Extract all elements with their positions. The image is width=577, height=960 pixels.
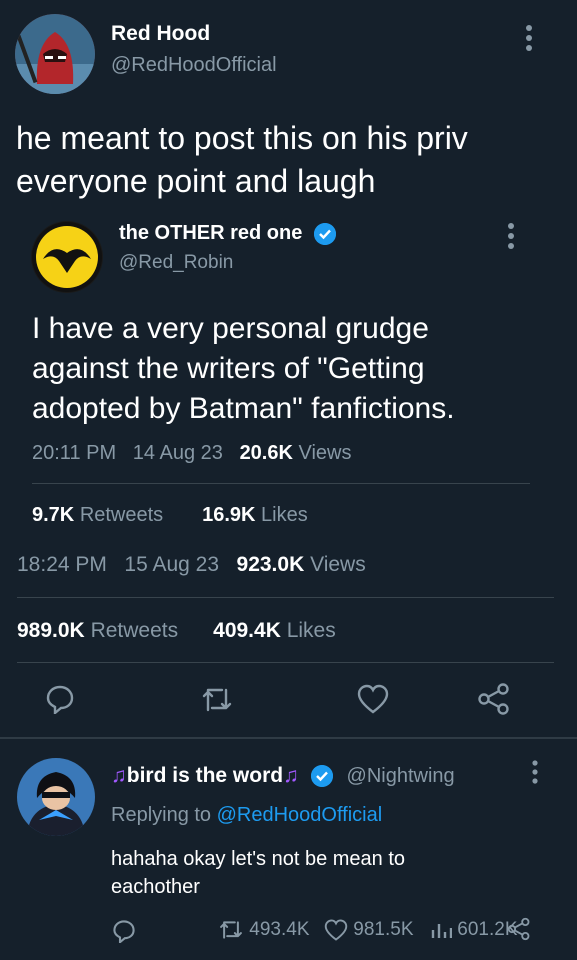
replying-handle-link[interactable]: @RedHoodOfficial — [217, 804, 383, 826]
quoted-retweets-stat[interactable]: 9.7K Retweets — [32, 504, 169, 526]
tweet-date: 15 Aug 23 — [124, 553, 219, 576]
more-icon[interactable] — [506, 222, 516, 255]
retweets-label: Retweets — [90, 619, 179, 642]
reply-like-button[interactable]: 981.5K — [324, 919, 414, 941]
quoted-likes-label: Likes — [261, 504, 308, 526]
like-icon — [324, 919, 348, 941]
quoted-text-line: I have a very personal grudge — [32, 312, 429, 345]
likes-stat[interactable]: 409.4K Likes — [213, 619, 336, 642]
quoted-views-count: 20.6K — [239, 442, 293, 464]
reply-icon[interactable] — [45, 684, 75, 719]
divider — [32, 483, 530, 484]
more-icon[interactable] — [530, 760, 540, 789]
tweet-text-line: everyone point and laugh — [16, 163, 376, 199]
quoted-date: 14 Aug 23 — [132, 442, 223, 464]
reply-text-line: hahaha okay let's not be mean to — [111, 848, 406, 870]
quoted-text-line: against the writers of "Getting — [32, 352, 425, 385]
replying-to: Replying to @RedHoodOfficial — [111, 804, 382, 827]
divider — [17, 597, 554, 598]
author-handle[interactable]: @RedHoodOfficial — [111, 54, 277, 77]
share-icon[interactable] — [507, 917, 531, 946]
reply-text-line: eachother — [111, 876, 200, 898]
reply-retweet-count: 493.4K — [249, 919, 310, 941]
reply-icon[interactable] — [112, 919, 136, 948]
quoted-author-name[interactable]: the OTHER red one — [119, 222, 336, 245]
quoted-retweets-count: 9.7K — [32, 504, 75, 526]
music-note-icon: ♫ — [283, 764, 299, 787]
music-note-icon: ♫ — [111, 764, 127, 787]
quoted-retweets-label: Retweets — [79, 504, 164, 526]
quoted-likes-count: 16.9K — [202, 504, 256, 526]
tweet-text: he meant to post this on his priv everyo… — [16, 117, 566, 203]
author-name[interactable]: Red Hood — [111, 22, 210, 46]
quoted-likes-stat[interactable]: 16.9K Likes — [202, 504, 308, 526]
divider — [0, 737, 577, 739]
reply-author-handle[interactable]: @Nightwing — [347, 765, 455, 787]
reply-retweet-button[interactable]: 493.4K — [218, 919, 310, 941]
timestamp-row: 18:24 PM 15 Aug 23 923.0K Views — [17, 553, 366, 577]
quoted-stats-row: 9.7K Retweets 16.9K Likes — [32, 504, 308, 527]
red-robin-avatar[interactable] — [31, 221, 103, 293]
reply-like-count: 981.5K — [353, 919, 414, 941]
reply-author-row[interactable]: ♫bird is the word♫ @Nightwing — [111, 764, 455, 788]
tweet-text-line: he meant to post this on his priv — [16, 120, 468, 156]
views-icon — [431, 923, 453, 938]
quoted-tweet-text: I have a very personal grudge against th… — [32, 309, 552, 429]
reply-text: hahaha okay let's not be mean to eachoth… — [111, 845, 405, 901]
nightwing-avatar[interactable] — [17, 758, 95, 836]
quoted-time: 20:11 PM — [32, 442, 117, 464]
stats-row: 989.0K Retweets 409.4K Likes — [17, 619, 336, 643]
reply-views-button[interactable]: 601.2K — [430, 919, 518, 941]
retweets-stat[interactable]: 989.0K Retweets — [17, 619, 184, 642]
verified-icon — [313, 222, 336, 245]
more-icon[interactable] — [524, 24, 534, 56]
retweets-count: 989.0K — [17, 619, 85, 642]
divider — [17, 662, 554, 663]
quoted-text-line: adopted by Batman" fanfictions. — [32, 392, 455, 425]
reply-author-name: bird is the word — [126, 764, 284, 787]
views-count: 923.0K — [236, 553, 305, 576]
red-hood-avatar[interactable] — [15, 14, 95, 94]
likes-label: Likes — [286, 619, 336, 642]
retweet-icon[interactable] — [200, 686, 234, 719]
views-label: Views — [310, 553, 366, 576]
share-icon[interactable] — [477, 683, 511, 720]
likes-count: 409.4K — [213, 619, 281, 642]
like-icon[interactable] — [357, 684, 389, 719]
tweet-time: 18:24 PM — [17, 553, 107, 576]
quoted-timestamp-row: 20:11 PM 14 Aug 23 20.6K Views — [32, 442, 352, 465]
quoted-views-label: Views — [298, 442, 352, 464]
replying-prefix: Replying to — [111, 804, 212, 826]
retweet-icon — [220, 921, 242, 939]
quoted-author-name-text: the OTHER red one — [119, 222, 303, 244]
verified-icon — [310, 765, 333, 788]
quoted-author-handle[interactable]: @Red_Robin — [119, 252, 233, 274]
